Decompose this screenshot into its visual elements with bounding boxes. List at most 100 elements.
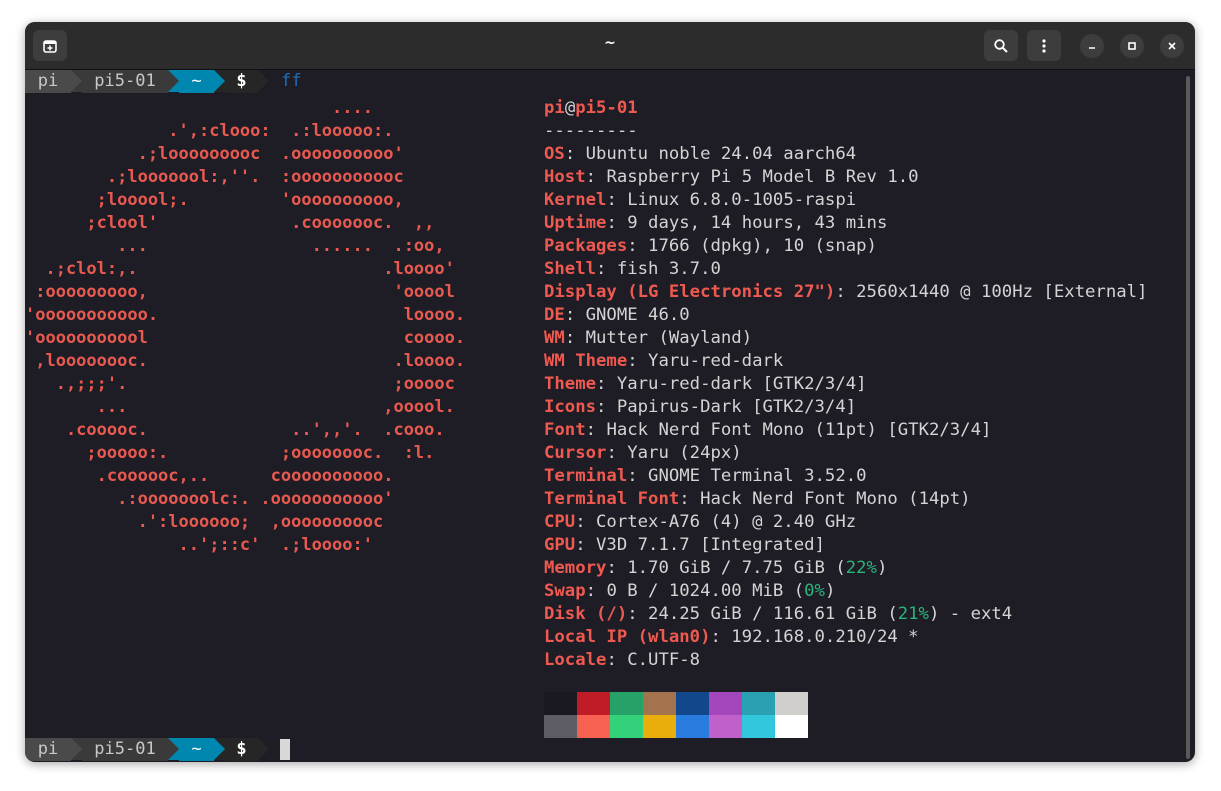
info-row-terminal-font: Terminal Font: Hack Nerd Font Mono (14pt… bbox=[544, 489, 971, 509]
info-key: CPU bbox=[544, 512, 576, 532]
info-row-theme: Theme: Yaru-red-dark [GTK2/3/4] bbox=[544, 374, 867, 394]
maximize-button[interactable] bbox=[1120, 34, 1144, 58]
prompt-separator bbox=[168, 70, 179, 92]
info-tail: ) bbox=[824, 581, 836, 601]
info-value: GNOME Terminal 3.52.0 bbox=[648, 466, 867, 486]
info-row-icons: Icons: Papirus-Dark [GTK2/3/4] bbox=[544, 397, 857, 417]
kebab-menu-icon bbox=[1042, 38, 1046, 53]
info-key: Uptime bbox=[544, 213, 607, 233]
info-value: Hack Nerd Font Mono (14pt) bbox=[700, 489, 971, 509]
palette-swatch bbox=[577, 692, 610, 715]
prompt-host: pi5-01 bbox=[94, 71, 156, 91]
info-at: @ bbox=[564, 98, 576, 118]
info-row-font: Font: Hack Nerd Font Mono (11pt) [GTK2/3… bbox=[544, 420, 992, 440]
prompt-dir-segment: ~ bbox=[179, 738, 214, 761]
scrollbar[interactable] bbox=[1186, 76, 1190, 759]
palette-swatch bbox=[544, 692, 577, 715]
info-value: Papirus-Dark [GTK2/3/4] bbox=[616, 397, 857, 417]
prompt-separator bbox=[168, 738, 179, 760]
text-cursor bbox=[280, 739, 290, 760]
info-tail: ) bbox=[876, 558, 888, 578]
info-value: Hack Nerd Font Mono (11pt) [GTK2/3/4] bbox=[606, 420, 992, 440]
info-key: Disk (/) bbox=[544, 604, 628, 624]
terminal-content[interactable]: pi pi5-01 ~ $ ff .... .',:clooo: .:loooo… bbox=[25, 70, 1195, 762]
prompt-symbol-segment: $ bbox=[225, 70, 258, 93]
info-key: Theme bbox=[544, 374, 597, 394]
prompt-user-segment: pi bbox=[25, 70, 71, 93]
palette-swatch bbox=[709, 692, 742, 715]
info-key: Terminal Font bbox=[544, 489, 680, 509]
prompt-user: pi bbox=[37, 71, 59, 91]
prompt-dir: ~ bbox=[191, 739, 202, 759]
palette-swatch bbox=[577, 715, 610, 738]
logo-line: .cooooc. ..',,'. .cooo. bbox=[25, 420, 445, 440]
logo-line: .':loooooo; ,oooooooooc bbox=[25, 512, 384, 532]
info-key: Display (LG Electronics 27") bbox=[544, 282, 836, 302]
logo-line: :ooooooooo, 'ooool bbox=[25, 282, 455, 302]
palette-swatch bbox=[643, 715, 676, 738]
logo-line: ... ...... .:oo, bbox=[25, 236, 445, 256]
info-row-uptime: Uptime: 9 days, 14 hours, 43 mins bbox=[544, 213, 888, 233]
palette-swatch bbox=[775, 715, 808, 738]
info-value: Yaru (24px) bbox=[627, 443, 742, 463]
prompt-host-segment: pi5-01 bbox=[82, 70, 168, 93]
search-button[interactable] bbox=[984, 30, 1018, 61]
info-value: fish 3.7.0 bbox=[616, 259, 721, 279]
info-row-packages: Packages: 1766 (dpkg), 10 (snap) bbox=[544, 236, 877, 256]
info-key: Swap bbox=[544, 581, 586, 601]
maximize-icon bbox=[1128, 42, 1136, 50]
info-value: 1.70 GiB / 7.75 GiB ( bbox=[627, 558, 846, 578]
window-title: ~ bbox=[604, 35, 616, 51]
info-key: Host bbox=[544, 167, 586, 187]
info-host: pi5-01 bbox=[575, 98, 638, 118]
info-tail: ) - ext4 bbox=[928, 604, 1013, 624]
minimize-button[interactable] bbox=[1080, 34, 1104, 58]
info-value: 9 days, 14 hours, 43 mins bbox=[627, 213, 888, 233]
separator-line: --------- bbox=[544, 121, 638, 141]
prompt-symbol-segment: $ bbox=[225, 738, 258, 761]
logo-line: .coooooc,.. coooooooooo. bbox=[25, 466, 394, 486]
info-key: Memory bbox=[544, 558, 607, 578]
minimize-icon bbox=[1089, 47, 1095, 49]
prompt-separator bbox=[258, 70, 269, 92]
palette-swatch bbox=[610, 692, 643, 715]
info-key: GPU bbox=[544, 535, 576, 555]
logo-line: 'ooooooooool coooo. bbox=[25, 328, 466, 348]
info-value: Ubuntu noble 24.04 aarch64 bbox=[585, 144, 857, 164]
menu-button[interactable] bbox=[1027, 30, 1061, 61]
close-button[interactable] bbox=[1160, 34, 1184, 58]
logo-line: .',:clooo: .:looooo:. bbox=[25, 121, 394, 141]
palette-swatch bbox=[676, 692, 709, 715]
info-key: Local IP (wlan0) bbox=[544, 627, 711, 647]
logo-line: ..';::c' .;loooo:' bbox=[25, 535, 373, 555]
ubuntu-ascii-logo: .... .',:clooo: .:looooo:. .;looooooooc … bbox=[25, 97, 465, 557]
prompt-separator bbox=[258, 738, 269, 760]
info-key: Cursor bbox=[544, 443, 607, 463]
color-palette bbox=[544, 692, 808, 738]
info-row-wm: WM: Mutter (Wayland) bbox=[544, 328, 753, 348]
header-bar: ~ bbox=[25, 22, 1195, 70]
prompt-command: ff bbox=[281, 71, 302, 91]
info-value: 2560x1440 @ 100Hz [External] bbox=[856, 282, 1148, 302]
info-key: OS bbox=[544, 144, 565, 164]
prompt-dir-segment: ~ bbox=[179, 70, 214, 93]
info-key: WM Theme bbox=[544, 351, 628, 371]
info-value: Yaru-red-dark [GTK2/3/4] bbox=[616, 374, 867, 394]
info-row-cursor: Cursor: Yaru (24px) bbox=[544, 443, 742, 463]
search-icon bbox=[994, 38, 1008, 53]
logo-line: ;clool' .cooooooc. ,, bbox=[25, 213, 435, 233]
info-row-locale: Locale: C.UTF-8 bbox=[544, 650, 701, 670]
info-key: Kernel bbox=[544, 190, 607, 210]
logo-line: .;looooool:,''. :ooooooooooc bbox=[25, 167, 404, 187]
info-percent: 0% bbox=[804, 581, 825, 601]
info-value: C.UTF-8 bbox=[627, 650, 701, 670]
logo-line: ... ,ooool. bbox=[25, 397, 455, 417]
info-row-de: DE: GNOME 46.0 bbox=[544, 305, 690, 325]
user-host-line: pi@pi5-01 bbox=[544, 97, 1147, 120]
info-percent: 21% bbox=[897, 604, 929, 624]
system-info: pi@pi5-01 --------- OS: Ubuntu noble 24.… bbox=[544, 97, 1147, 672]
prompt-separator bbox=[214, 738, 225, 760]
info-row-os: OS: Ubuntu noble 24.04 aarch64 bbox=[544, 144, 857, 164]
close-icon bbox=[1168, 42, 1176, 50]
info-value: 0 B / 1024.00 MiB ( bbox=[606, 581, 805, 601]
